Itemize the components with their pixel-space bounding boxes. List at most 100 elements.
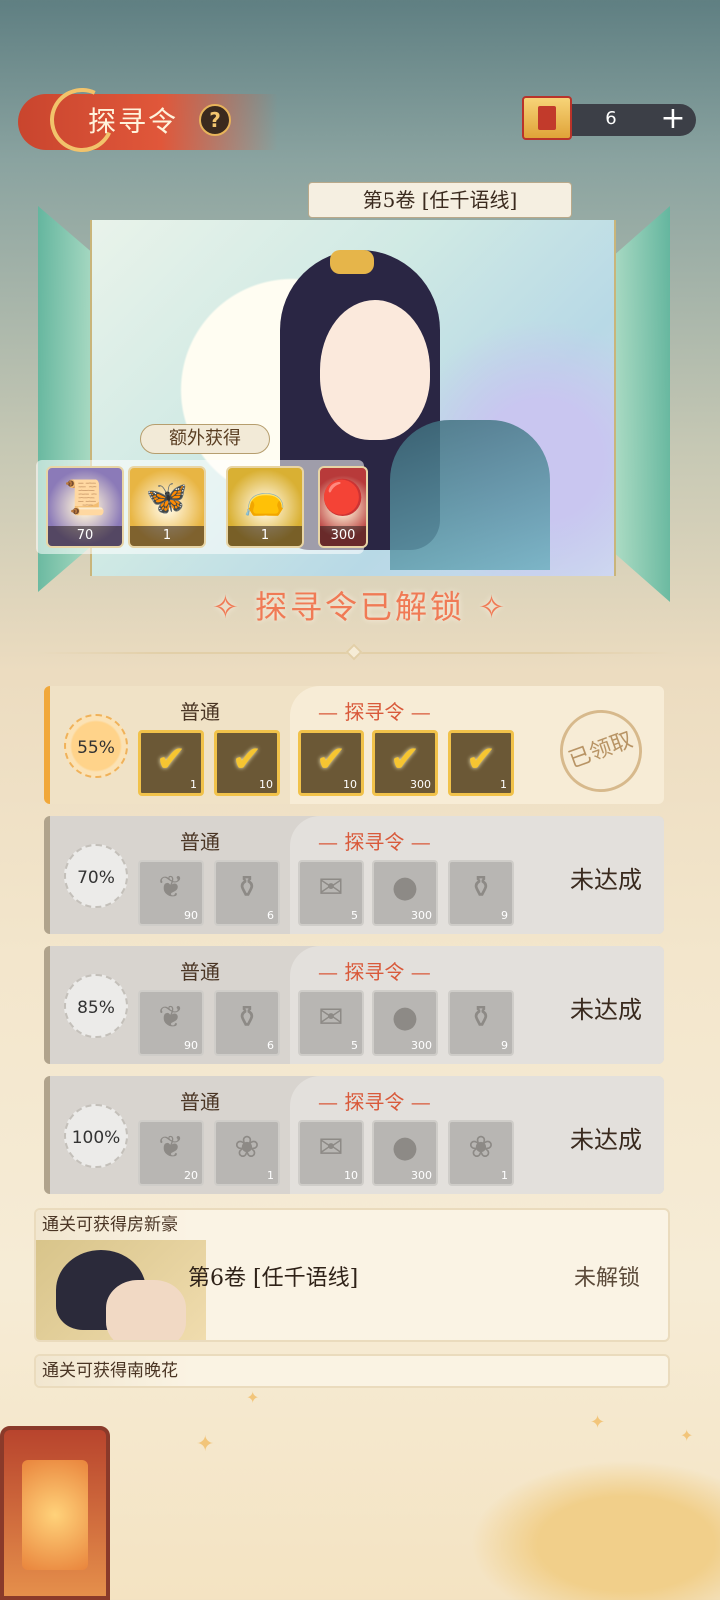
progress-percent: 70% xyxy=(64,844,128,908)
extra-reward-item[interactable]: 🔴 300 xyxy=(318,466,368,548)
token-count: 6 xyxy=(605,108,617,129)
extra-rewards-strip: 📜 70 🦋 1 👝 1 🔴 300 xyxy=(36,460,368,554)
reward-quantity: 300 xyxy=(320,526,366,546)
normal-reward-item[interactable]: ⚱ 6 xyxy=(214,990,280,1056)
normal-reward-item[interactable]: ❦ 90 xyxy=(138,990,204,1056)
premium-reward-item[interactable]: ● 300 xyxy=(372,1120,438,1186)
scroll-icon: 📜 xyxy=(63,478,107,518)
scroll-icon: ✉ xyxy=(318,870,344,905)
reward-quantity: 9 xyxy=(501,1039,508,1052)
premium-track-label: — 探寻令 — xyxy=(318,960,431,984)
check-icon: ✔ xyxy=(155,739,187,780)
chapter-portrait xyxy=(36,1240,206,1340)
cloud-decoration xyxy=(470,1460,720,1600)
reward-quantity: 10 xyxy=(259,778,273,791)
scroll-icon: ✉ xyxy=(318,1000,344,1035)
reward-quantity: 5 xyxy=(351,909,358,922)
chapter-status: 未解锁 xyxy=(573,1266,640,1291)
premium-track-label: — 探寻令 — xyxy=(318,700,431,724)
reward-quantity: 6 xyxy=(267,1039,274,1052)
orb-icon: ● xyxy=(391,870,419,905)
reward-quantity: 20 xyxy=(184,1169,198,1182)
check-icon: ✔ xyxy=(231,739,263,780)
sparkle-icon: ✦ xyxy=(196,1432,215,1457)
feather-bag-icon: ❦ xyxy=(158,870,184,905)
premium-reward-item[interactable]: ● 300 xyxy=(372,990,438,1056)
feather-bag-icon: ❦ xyxy=(158,1000,184,1035)
milestone-row: 100% 普通 — 探寻令 — ❦ 20 ❀ 1 ✉ 10 ● 300 ❀ 1 未达成 xyxy=(44,1076,664,1194)
reward-quantity: 1 xyxy=(130,526,204,546)
milestone-row: 70% 普通 — 探寻令 — ❦ 90 ⚱ 6 ✉ 5 ● 300 ⚱ 9 未达成 xyxy=(44,816,664,934)
volume-title: 第5卷 [任千语线] xyxy=(308,182,572,218)
milestone-status: 未达成 xyxy=(570,1126,642,1154)
extra-reward-item[interactable]: 👝 1 xyxy=(226,466,304,548)
character-face xyxy=(320,300,430,440)
lantern-icon xyxy=(0,1426,110,1600)
reward-quantity: 1 xyxy=(501,1169,508,1182)
normal-reward-item[interactable]: ❀ 1 xyxy=(214,1120,280,1186)
premium-reward-item[interactable]: ✔ 300 xyxy=(372,730,438,796)
chapter-card[interactable]: 通关可获得房新豪 第6卷 [任千语线] 未解锁 xyxy=(34,1208,670,1342)
normal-reward-item[interactable]: ✔ 1 xyxy=(138,730,204,796)
extra-reward-item[interactable]: 🦋 1 xyxy=(128,466,206,548)
premium-reward-item[interactable]: ● 300 xyxy=(372,860,438,926)
divider-ornament xyxy=(345,643,363,661)
reward-quantity: 300 xyxy=(411,909,432,922)
reward-quantity: 300 xyxy=(410,778,431,791)
premium-track-label: — 探寻令 — xyxy=(318,1090,431,1114)
sparkle-icon: ✦ xyxy=(246,1388,260,1407)
premium-reward-item[interactable]: ✔ 1 xyxy=(448,730,514,796)
page-title: 探寻令 xyxy=(88,105,179,138)
normal-reward-item[interactable]: ❦ 90 xyxy=(138,860,204,926)
milestone-row: 85% 普通 — 探寻令 — ❦ 90 ⚱ 6 ✉ 5 ● 300 ⚱ 9 未达成 xyxy=(44,946,664,1064)
reward-quantity: 5 xyxy=(351,1039,358,1052)
premium-reward-item[interactable]: ✉ 10 xyxy=(298,1120,364,1186)
pass-token-icon xyxy=(522,96,572,140)
pouch-icon: ❀ xyxy=(468,1130,494,1165)
butterfly-icon: 🦋 xyxy=(145,478,189,518)
character-robe xyxy=(390,420,550,570)
check-icon: ✔ xyxy=(315,739,347,780)
normal-reward-item[interactable]: ✔ 10 xyxy=(214,730,280,796)
premium-reward-item[interactable]: ⚱ 9 xyxy=(448,990,514,1056)
chapter-reward-label: 通关可获得房新豪 xyxy=(36,1210,190,1240)
premium-track-label: — 探寻令 — xyxy=(318,830,431,854)
reward-quantity: 90 xyxy=(184,909,198,922)
scroll-icon: ✉ xyxy=(318,1130,344,1165)
chapter-reward-label: 通关可获得南晚花 xyxy=(36,1356,190,1386)
add-token-button[interactable]: + xyxy=(656,102,690,136)
premium-reward-item[interactable]: ⚱ 9 xyxy=(448,860,514,926)
sparkle-icon: ✦ xyxy=(590,1412,606,1433)
chapter-card[interactable]: 通关可获得南晚花 xyxy=(34,1354,670,1388)
milestone-status: 未达成 xyxy=(570,996,642,1024)
reward-quantity: 300 xyxy=(411,1039,432,1052)
orb-icon: ● xyxy=(391,1130,419,1165)
gourd-icon: ⚱ xyxy=(234,870,260,905)
normal-track-label: 普通 xyxy=(180,830,220,854)
pouch-icon: ❀ xyxy=(234,1130,260,1165)
unlocked-banner: ✧ 探寻令已解锁 ✧ xyxy=(212,588,508,626)
premium-reward-item[interactable]: ❀ 1 xyxy=(448,1120,514,1186)
orb-icon: ● xyxy=(391,1000,419,1035)
premium-reward-item[interactable]: ✔ 10 xyxy=(298,730,364,796)
premium-reward-item[interactable]: ✉ 5 xyxy=(298,990,364,1056)
progress-percent: 85% xyxy=(64,974,128,1038)
scroll-panel-right xyxy=(616,206,670,602)
normal-track-label: 普通 xyxy=(180,1090,220,1114)
normal-reward-item[interactable]: ❦ 20 xyxy=(138,1120,204,1186)
feather-bag-icon: ❦ xyxy=(158,1130,184,1165)
reward-quantity: 1 xyxy=(190,778,197,791)
progress-percent: 100% xyxy=(64,1104,128,1168)
extra-reward-item[interactable]: 📜 70 xyxy=(46,466,124,548)
milestone-status: 未达成 xyxy=(570,866,642,894)
gourd-icon: ⚱ xyxy=(234,1000,260,1035)
extra-rewards-label: 额外获得 xyxy=(140,424,270,454)
check-icon: ✔ xyxy=(389,739,421,780)
help-button[interactable]: ? xyxy=(199,104,231,136)
reward-quantity: 10 xyxy=(343,778,357,791)
reward-quantity: 70 xyxy=(48,526,122,546)
sparkle-icon: ✦ xyxy=(680,1426,694,1445)
normal-reward-item[interactable]: ⚱ 6 xyxy=(214,860,280,926)
gourd-icon: ⚱ xyxy=(468,870,494,905)
premium-reward-item[interactable]: ✉ 5 xyxy=(298,860,364,926)
